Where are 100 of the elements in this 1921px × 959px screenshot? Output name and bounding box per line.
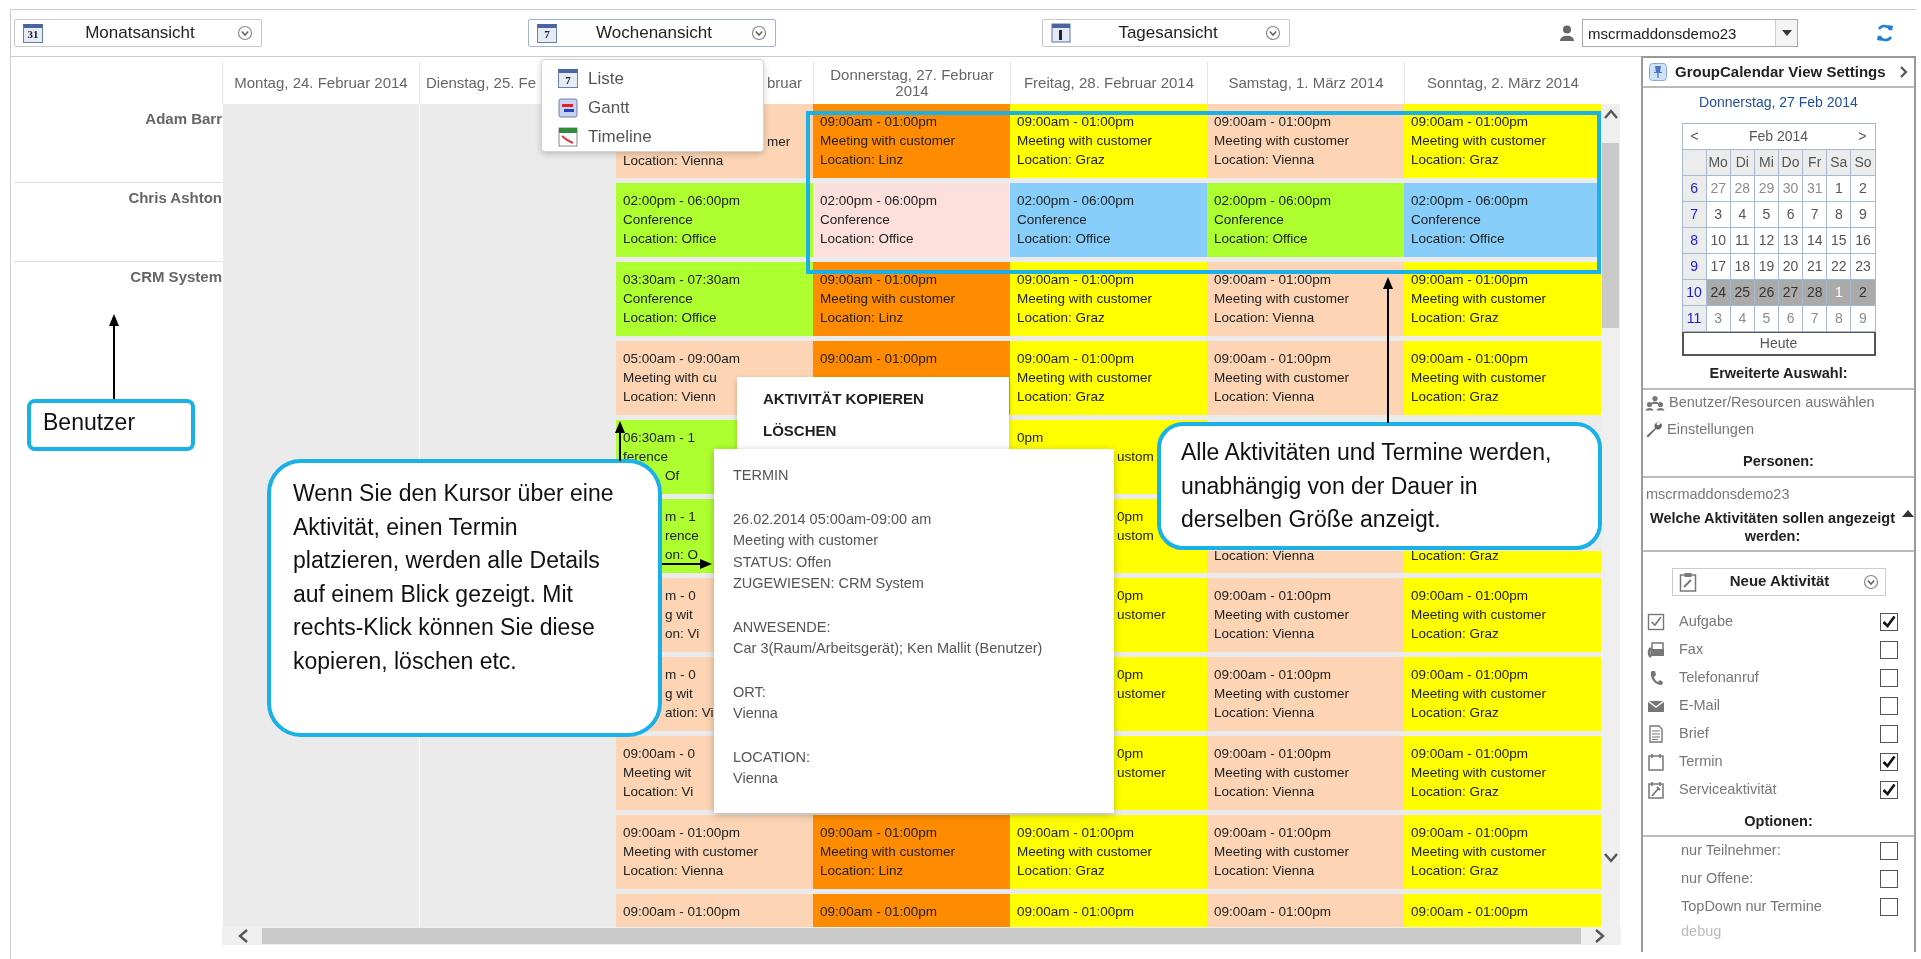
event-text: ustom (1117, 527, 1154, 545)
calendar-icon: 7 (558, 69, 578, 88)
tooltip-text: ORT: (733, 682, 767, 702)
event-text: Location: Graz (1411, 704, 1499, 722)
event-text: Location: Linz (820, 309, 904, 327)
event-text: Location: Linz (820, 862, 904, 880)
event-text: Location: Graz (1411, 151, 1499, 169)
calendar-icon: 31 (23, 23, 43, 43)
event-text: Location: Vienn (623, 388, 716, 406)
day-header: Freitag, 28. Februar 2014 (1023, 75, 1195, 91)
event-text: 06:30am - 1 (623, 429, 696, 447)
event-text: 09:00am - 01:00pm (1214, 745, 1332, 763)
event-text: Meeting with customer (820, 843, 956, 861)
event-text: Meeting with customer (1017, 369, 1153, 387)
event-text: 02:00pm - 06:00pm (1214, 192, 1332, 210)
resource-name: CRM System (130, 267, 222, 287)
event-text: Location: Graz (1411, 551, 1499, 565)
event-text: Location: Vienna (1214, 625, 1315, 643)
tooltip-text: ANWESENDE: (733, 617, 832, 637)
event-text: 02:00pm - 06:00pm (623, 192, 741, 210)
event-text: Location: Graz (1411, 862, 1499, 880)
event-text: 05:00am - 09:00am (623, 350, 741, 368)
event-text: 09:00am - 01:00pm (623, 903, 741, 921)
tooltip-text: Car 3(Raum/Arbeitsgerät); Ken Mallit (Benutzer) (733, 639, 1044, 658)
event-text: Location: Graz (1411, 625, 1499, 643)
event-text: g wit (665, 606, 693, 624)
event-text: 09:00am - 01:00pm (1411, 666, 1529, 684)
event-text: 09:00am - 01:00pm (1411, 350, 1529, 368)
event-text: 03:30am - 07:30am (623, 271, 741, 289)
event-text: Meeting with customer (1411, 369, 1547, 387)
event-text: Location: Vienna (1214, 151, 1315, 169)
activity-label: Telefonanruf (1679, 667, 1760, 687)
event-text: 09:00am - 01:00pm (1214, 113, 1332, 131)
tooltip-text: ZUGEWIESEN: CRM System (733, 574, 925, 593)
event-text: 09:00am - 01:00pm (1214, 824, 1332, 842)
event-text: Meeting with customer (1411, 132, 1547, 150)
event-text: Location: Office (1411, 230, 1505, 248)
event-text: Location: Vienna (1214, 862, 1315, 880)
event-text: Conference (623, 211, 693, 229)
event-text: Meeting with customer (1411, 290, 1547, 308)
event-text: Conference (1017, 211, 1087, 229)
event-text: on: O (665, 546, 699, 564)
event-text: Location: Graz (1411, 309, 1499, 327)
event-text: Conference (623, 290, 693, 308)
activity-label: Aufgabe (1679, 611, 1735, 631)
event-text: Location: Vienna (1214, 551, 1315, 565)
tooltip-text: 26.02.2014 05:00am-09:00 am (733, 509, 933, 529)
event-text: Meeting with customer (1214, 685, 1350, 703)
event-text: Conference (1214, 211, 1284, 229)
event-text: Location: Vienna (623, 152, 724, 170)
event-text: ustomer (1117, 685, 1166, 703)
event-text: Meeting with customer (1214, 606, 1350, 624)
event-text: 09:00am - 01:00pm (820, 350, 938, 368)
section-heading: Erweiterte Auswahl: (1643, 356, 1914, 390)
event-text: 09:00am - 01:00pm (1411, 271, 1529, 289)
option-label: TopDown nur Termine (1681, 897, 1823, 917)
event-text: 09:00am - 01:00pm (1017, 271, 1135, 289)
event-text: Meeting with customer (1214, 843, 1350, 861)
activity-label: Fax (1679, 639, 1705, 659)
event-text: rence (665, 527, 699, 545)
event-text: Of (665, 467, 680, 485)
event-text: 09:00am - 01:00pm (1411, 587, 1529, 605)
event-text: Conference (1411, 211, 1481, 229)
debug-label: debug (1680, 922, 1723, 942)
event-text: Location: Graz (1017, 309, 1105, 327)
option-label: nur Offene: (1681, 869, 1755, 889)
tooltip-text: Meeting with customer (733, 531, 880, 550)
day-header: Donnerstag, 27. Februar 2014 (829, 67, 995, 99)
tooltip-text: LOCATION: (733, 747, 812, 767)
event-text: ustomer (1117, 764, 1166, 782)
event-text: 09:00am - 01:00pm (820, 113, 938, 131)
event-text: 0pm (1017, 429, 1044, 447)
event-text: Meeting with customer (820, 132, 956, 150)
resource-name: Chris Ashton (128, 188, 222, 208)
event-text: Location: Vi (623, 783, 694, 801)
event-text: Meeting with customer (1214, 290, 1350, 308)
event-text: 09:00am - 01:00pm (820, 903, 938, 921)
event-text: 09:00am - 01:00pm (1214, 350, 1332, 368)
section-heading: Personen: (1643, 443, 1914, 478)
tooltip-text: Vienna (733, 769, 779, 788)
event-text: Location: Vienna (1214, 704, 1315, 722)
event-text: Meeting with customer (1411, 606, 1547, 624)
event-text: 0pm (1117, 666, 1144, 684)
event-text: Meeting with customer (1214, 764, 1350, 782)
event-text: 09:00am - 01:00pm (1411, 113, 1529, 131)
event-text: 09:00am - 01:00pm (1017, 824, 1135, 842)
tooltip-text: TERMIN (733, 466, 790, 485)
event-text: Meeting with customer (1017, 843, 1153, 861)
activity-label: Serviceaktivität (1679, 779, 1778, 799)
resource-name: Adam Barr (145, 109, 222, 129)
event-text: Location: Vienna (1214, 388, 1315, 406)
section-heading: Optionen: (1643, 803, 1914, 838)
callout: Alle Aktivitäten und Termine werden, unabhängig von der Dauer in derselben Größe anzeigt. (1157, 422, 1602, 550)
panel-title: GroupCalendar View Settings (1675, 61, 1887, 82)
event-text: 09:00am - 01:00pm (1411, 824, 1529, 842)
event-text: ustom (1117, 448, 1154, 466)
event-text: 09:00am - 01:00pm (1411, 745, 1529, 763)
event-text: 09:00am - 01:00pm (1017, 113, 1135, 131)
event-text: 09:00am - 01:00pm (1214, 903, 1332, 921)
event-text: 0pm (1117, 745, 1144, 763)
